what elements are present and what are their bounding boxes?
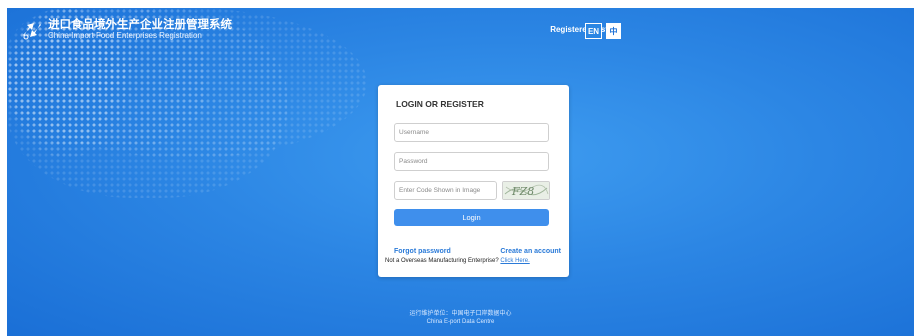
page-background: 进口食品境外生产企业注册管理系统 China Import Food Enter… bbox=[7, 8, 914, 336]
language-en-button[interactable]: EN bbox=[585, 23, 602, 39]
create-account-link[interactable]: Create an account bbox=[500, 248, 561, 255]
login-card: LOGIN OR REGISTER FZ8 Login Forgot passw… bbox=[378, 85, 569, 277]
site-brand[interactable]: 进口食品境外生产企业注册管理系统 China Import Food Enter… bbox=[21, 18, 232, 41]
forgot-password-link[interactable]: Forgot password bbox=[394, 248, 451, 255]
login-title: LOGIN OR REGISTER bbox=[396, 99, 484, 109]
click-here-link[interactable]: Click Here. bbox=[500, 258, 529, 264]
captcha-image[interactable]: FZ8 bbox=[502, 181, 550, 200]
login-button[interactable]: Login bbox=[394, 209, 549, 226]
captcha-code-input[interactable] bbox=[394, 181, 497, 200]
footer: 运行维护单位：中国电子口岸数据中心 China E-port Data Cent… bbox=[7, 310, 914, 326]
note-text: Not a Overseas Manufacturing Enterprise? bbox=[385, 258, 499, 264]
arrows-logo-icon bbox=[23, 22, 41, 39]
password-input[interactable] bbox=[394, 152, 549, 171]
top-nav: Registered List bbox=[550, 25, 614, 34]
language-zh-button[interactable]: 中 bbox=[606, 23, 621, 39]
non-enterprise-note: Not a Overseas Manufacturing Enterprise?… bbox=[385, 258, 530, 264]
site-subtitle: China Import Food Enterprises Registrati… bbox=[48, 31, 202, 40]
footer-operator-en: China E-port Data Centre bbox=[426, 319, 495, 325]
footer-operator-cn: 运行维护单位：中国电子口岸数据中心 bbox=[409, 311, 512, 317]
captcha-graphic: FZ8 bbox=[503, 182, 549, 199]
captcha-text: FZ8 bbox=[511, 185, 534, 198]
username-input[interactable] bbox=[394, 123, 549, 142]
site-title: 进口食品境外生产企业注册管理系统 bbox=[48, 17, 232, 31]
